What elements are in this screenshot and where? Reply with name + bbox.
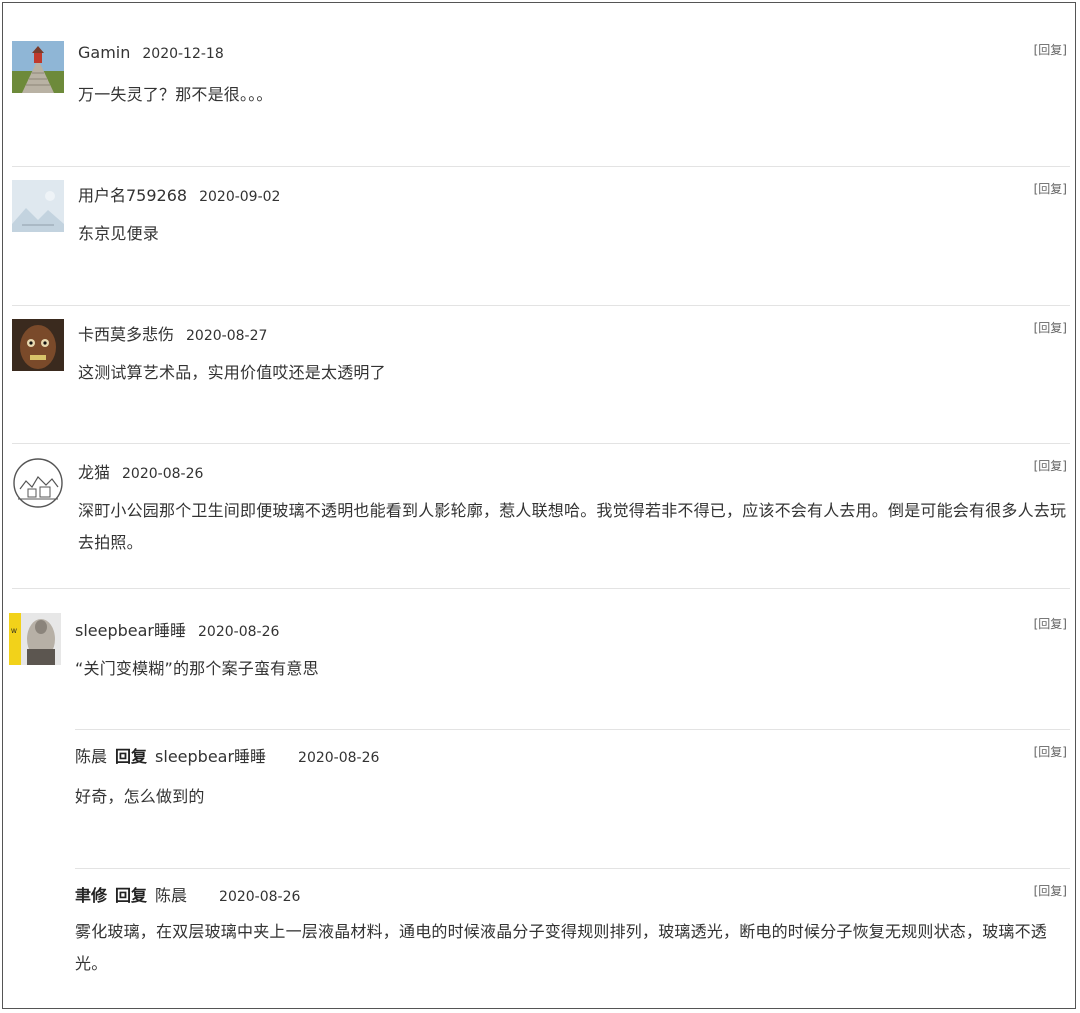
reply-link[interactable]: [回复] (1034, 882, 1067, 899)
avatar[interactable]: W (9, 613, 61, 665)
divider (12, 443, 1070, 444)
reply-target[interactable]: 陈晨 (155, 886, 187, 905)
reply-link[interactable]: [回复] (1034, 41, 1067, 58)
reply-verb: 回复 (115, 886, 148, 905)
reply-author[interactable]: 聿修 (75, 886, 107, 905)
comment-text: “关门变模糊”的那个案子蛮有意思 (75, 659, 319, 678)
comment-meta: 卡西莫多悲伤 2020-08-27 (78, 321, 267, 345)
divider (75, 729, 1070, 730)
comment-author[interactable]: 卡西莫多悲伤 (78, 325, 174, 344)
reply-target[interactable]: sleepbear睡睡 (155, 747, 266, 766)
avatar[interactable] (12, 457, 64, 509)
reply-link[interactable]: [回复] (1034, 743, 1067, 760)
comment-meta: 龙猫 2020-08-26 (78, 459, 203, 483)
comment-author[interactable]: 用户名759268 (78, 186, 187, 205)
avatar[interactable] (12, 180, 64, 232)
reply-verb: 回复 (115, 747, 148, 766)
reply-link[interactable]: [回复] (1034, 457, 1067, 474)
comment-date: 2020-08-26 (198, 624, 280, 640)
reply-text: 好奇，怎么做到的 (75, 787, 205, 806)
reply-link[interactable]: [回复] (1034, 180, 1067, 197)
svg-text:W: W (11, 628, 17, 635)
reply-text: 雾化玻璃，在双层玻璃中夹上一层液晶材料，通电的时候液晶分子变得规则排列，玻璃透光… (75, 922, 1048, 973)
divider (12, 305, 1070, 306)
reply-author[interactable]: 陈晨 (75, 747, 107, 766)
comment-author[interactable]: Gamin (78, 43, 130, 62)
reply-meta: 聿修 回复 陈晨 2020-08-26 (75, 882, 300, 906)
comment-text: 深町小公园那个卫生间即便玻璃不透明也能看到人影轮廓，惹人联想哈。我觉得若非不得已… (78, 501, 1067, 552)
comment-author[interactable]: sleepbear睡睡 (75, 621, 186, 640)
comment-date: 2020-08-27 (186, 328, 268, 344)
reply-link[interactable]: [回复] (1034, 615, 1067, 632)
comment-meta: 用户名759268 2020-09-02 (78, 182, 280, 206)
comment-text: 万一失灵了？那不是很。。。 (78, 85, 273, 104)
comment-date: 2020-08-26 (122, 466, 204, 482)
divider (12, 588, 1070, 589)
reply-date: 2020-08-26 (298, 750, 380, 766)
comment-date: 2020-12-18 (142, 46, 224, 62)
comment-text: 这测试算艺术品，实用价值哎还是太透明了 (78, 363, 386, 382)
reply-date: 2020-08-26 (219, 889, 301, 905)
reply-meta: 陈晨 回复 sleepbear睡睡 2020-08-26 (75, 743, 379, 767)
comment-meta: Gamin 2020-12-18 (78, 43, 224, 62)
comment-date: 2020-09-02 (199, 189, 281, 205)
comment-list: Gamin 2020-12-18 [回复] 万一失灵了？那不是很。。。 用户名75… (2, 2, 1076, 1009)
avatar[interactable] (12, 41, 64, 93)
comment-meta: sleepbear睡睡 2020-08-26 (75, 617, 279, 641)
divider (75, 868, 1070, 869)
avatar[interactable] (12, 319, 64, 371)
comment-author[interactable]: 龙猫 (78, 463, 110, 482)
reply-link[interactable]: [回复] (1034, 319, 1067, 336)
divider (12, 166, 1070, 167)
comment-text: 东京见便录 (78, 224, 160, 243)
